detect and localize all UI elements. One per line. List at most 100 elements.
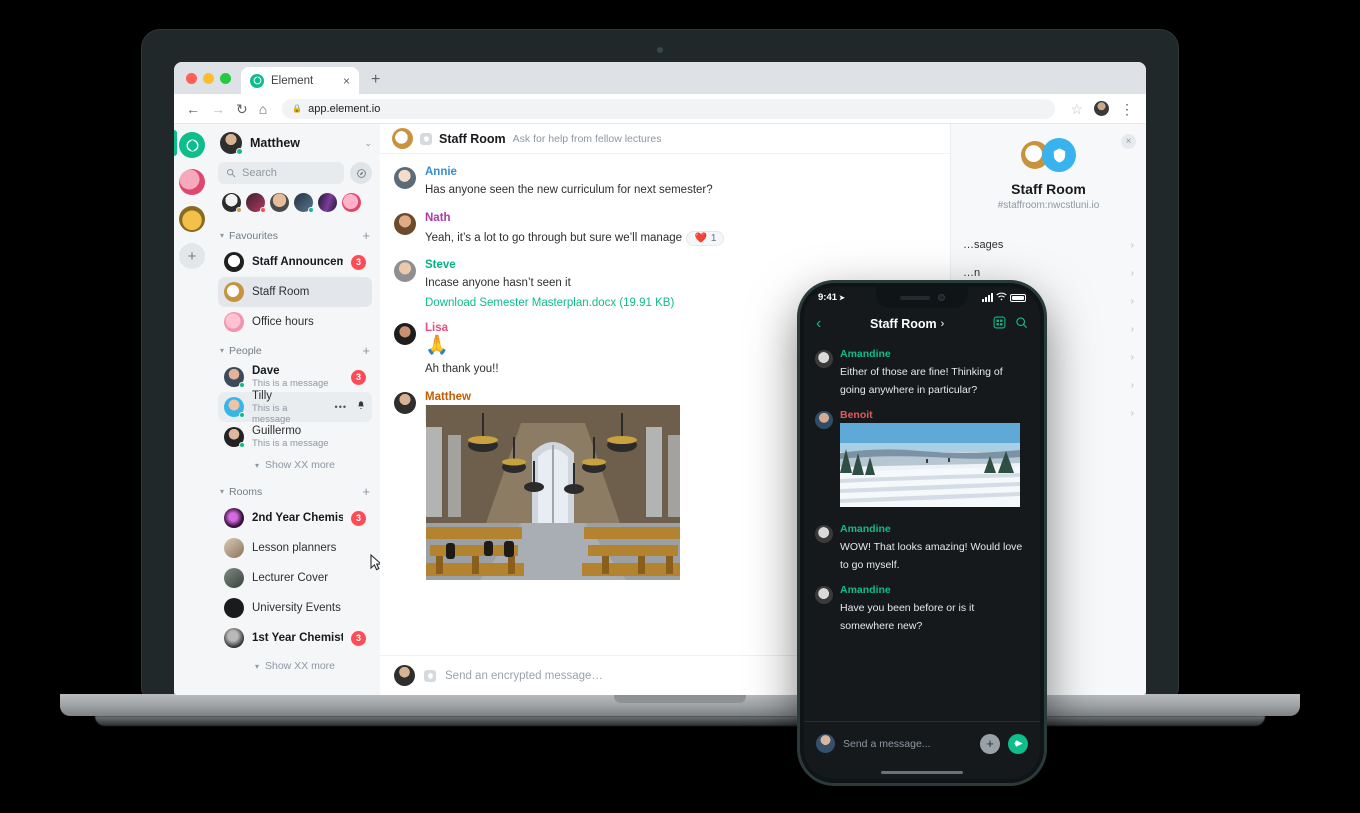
bell-icon[interactable] <box>356 400 366 414</box>
avatar[interactable] <box>815 586 833 604</box>
reload-icon[interactable]: ↻ <box>236 102 248 116</box>
home-icon[interactable]: ⌂ <box>259 102 267 116</box>
section-header-people[interactable]: ▾ People + <box>218 337 372 362</box>
space-avatar-2[interactable] <box>179 206 205 232</box>
sidebar-item-staff-room[interactable]: Staff Room <box>218 277 372 307</box>
reaction-emoji: ❤️ <box>694 232 707 244</box>
avatar[interactable] <box>394 212 416 235</box>
close-window-button[interactable] <box>186 72 197 84</box>
browser-tab-element[interactable]: Element × <box>241 67 359 94</box>
sidebar-item-lesson-planners[interactable]: Lesson planners <box>218 533 372 563</box>
avatar[interactable] <box>394 323 416 346</box>
avatar[interactable] <box>815 350 833 368</box>
section-header-rooms[interactable]: ▾ Rooms + <box>218 478 372 503</box>
sidebar-item-office-hours[interactable]: Office hours <box>218 307 372 337</box>
contact-avatar-5[interactable] <box>318 193 337 212</box>
close-icon[interactable]: × <box>343 75 350 87</box>
room-info-avatars <box>951 138 1146 172</box>
show-more-people-button[interactable]: ▾ Show XX more <box>218 452 372 478</box>
avatar[interactable] <box>394 260 416 283</box>
avatar[interactable] <box>394 167 416 189</box>
add-room-button[interactable]: + <box>362 228 370 243</box>
room-info-menu-item[interactable]: …sages › <box>951 231 1146 259</box>
message-reaction[interactable]: ❤️ 1 <box>686 230 725 246</box>
phone-device: 9:41 ➤ ‹ Staff Room › Amandine Either of… <box>800 283 1044 783</box>
unread-badge: 3 <box>351 369 366 385</box>
contact-avatar-2[interactable] <box>246 193 266 213</box>
contact-avatar-3[interactable] <box>270 193 289 212</box>
browser-menu-icon[interactable]: ⋮ <box>1120 102 1134 116</box>
message-sender: Amandine <box>840 348 891 360</box>
contact-avatar-6[interactable] <box>342 193 361 212</box>
user-menu[interactable]: Matthew ⌄ <box>218 124 372 162</box>
room-avatar <box>224 598 244 618</box>
chevron-down-icon[interactable]: ▾ <box>220 346 224 355</box>
chevron-down-icon[interactable]: ▾ <box>220 231 224 240</box>
maximize-window-button[interactable] <box>220 72 231 84</box>
add-room-button[interactable]: + <box>362 484 370 499</box>
sidebar-item-dave[interactable]: Dave This is a message 3 <box>218 362 372 392</box>
file-download-link[interactable]: Download Semester Masterplan.docx (19.91… <box>425 297 674 309</box>
person-name: Dave <box>252 365 280 377</box>
back-icon[interactable]: ← <box>186 102 200 116</box>
add-attachment-button[interactable]: + <box>980 733 1000 754</box>
message-image[interactable] <box>840 423 1020 511</box>
sidebar-item-2nd-year-chemistry[interactable]: 2nd Year Chemistry 3 <box>218 503 372 533</box>
chevron-right-icon: › <box>1130 351 1134 363</box>
show-more-rooms-button[interactable]: ▾ Show XX more <box>218 653 372 679</box>
phone-message: Amandine Either of those are fine! Think… <box>815 348 1029 398</box>
new-tab-button[interactable]: + <box>359 71 390 94</box>
sidebar-item-1st-year-chemistry[interactable]: 1st Year Chemistry 3 <box>218 623 372 653</box>
room-avatar[interactable] <box>392 128 413 149</box>
sidebar-item-staff-announcements[interactable]: Staff Announcements 3 <box>218 247 372 277</box>
message-image[interactable] <box>425 403 680 580</box>
avatar[interactable] <box>815 525 833 543</box>
search-icon[interactable] <box>1015 316 1028 332</box>
more-options-icon[interactable]: ••• <box>335 402 347 412</box>
contact-avatar-1[interactable] <box>222 193 242 213</box>
chevron-down-icon[interactable]: ⌄ <box>364 138 372 149</box>
avatar[interactable] <box>815 411 833 429</box>
address-bar-url: app.element.io <box>308 102 381 115</box>
minimize-window-button[interactable] <box>203 72 214 84</box>
address-bar[interactable]: 🔒 app.element.io <box>282 98 1056 119</box>
space-home-button[interactable] <box>179 132 205 158</box>
contact-avatar-4[interactable] <box>294 193 314 213</box>
phone-composer[interactable]: Send a message... + <box>804 721 1040 765</box>
sidebar-item-lecturer-cover[interactable]: Lecturer Cover <box>218 563 372 593</box>
phone-room-title[interactable]: Staff Room › <box>821 317 993 331</box>
widgets-icon[interactable] <box>993 316 1006 332</box>
message-sender[interactable]: Nath <box>425 212 724 224</box>
message-sender[interactable]: Lisa <box>425 322 499 334</box>
explore-rooms-button[interactable] <box>350 162 372 184</box>
chevron-right-icon: › <box>1130 239 1134 251</box>
room-name: Lecturer Cover <box>252 572 329 584</box>
close-icon[interactable]: × <box>1121 134 1136 149</box>
room-topic: Ask for help from fellow lectures <box>512 132 662 145</box>
sidebar-item-guillermo[interactable]: Guillermo This is a message <box>218 422 372 452</box>
browser-profile-avatar[interactable] <box>1094 101 1109 116</box>
message-sender[interactable]: Steve <box>425 259 674 271</box>
message-preview: This is a message <box>252 378 329 389</box>
create-space-button[interactable]: + <box>179 243 205 269</box>
message-sender[interactable]: Annie <box>425 166 713 178</box>
sidebar-item-university-events[interactable]: University Events <box>218 593 372 623</box>
sidebar-item-tilly[interactable]: Tilly This is a message ••• <box>218 390 372 425</box>
forward-icon[interactable]: → <box>211 102 225 116</box>
section-header-favourites[interactable]: ▾ Favourites + <box>218 222 372 247</box>
room-name: Office hours <box>252 316 314 328</box>
message-body: Ah thank you!! <box>425 362 499 375</box>
chevron-right-icon: › <box>940 317 945 330</box>
avatar[interactable] <box>394 391 416 414</box>
space-avatar-1[interactable] <box>179 169 205 195</box>
search-input[interactable]: Search <box>218 162 344 184</box>
location-arrow-icon: ➤ <box>839 294 845 302</box>
send-button[interactable] <box>1008 733 1028 754</box>
start-chat-button[interactable]: + <box>362 343 370 358</box>
bookmark-star-icon[interactable]: ☆ <box>1070 102 1083 116</box>
chevron-down-icon[interactable]: ▾ <box>220 487 224 496</box>
phone-home-indicator[interactable] <box>804 765 1040 779</box>
message-sender: Amandine <box>840 584 891 596</box>
room-avatar <box>224 538 244 558</box>
message-sender[interactable]: Matthew <box>425 391 471 403</box>
